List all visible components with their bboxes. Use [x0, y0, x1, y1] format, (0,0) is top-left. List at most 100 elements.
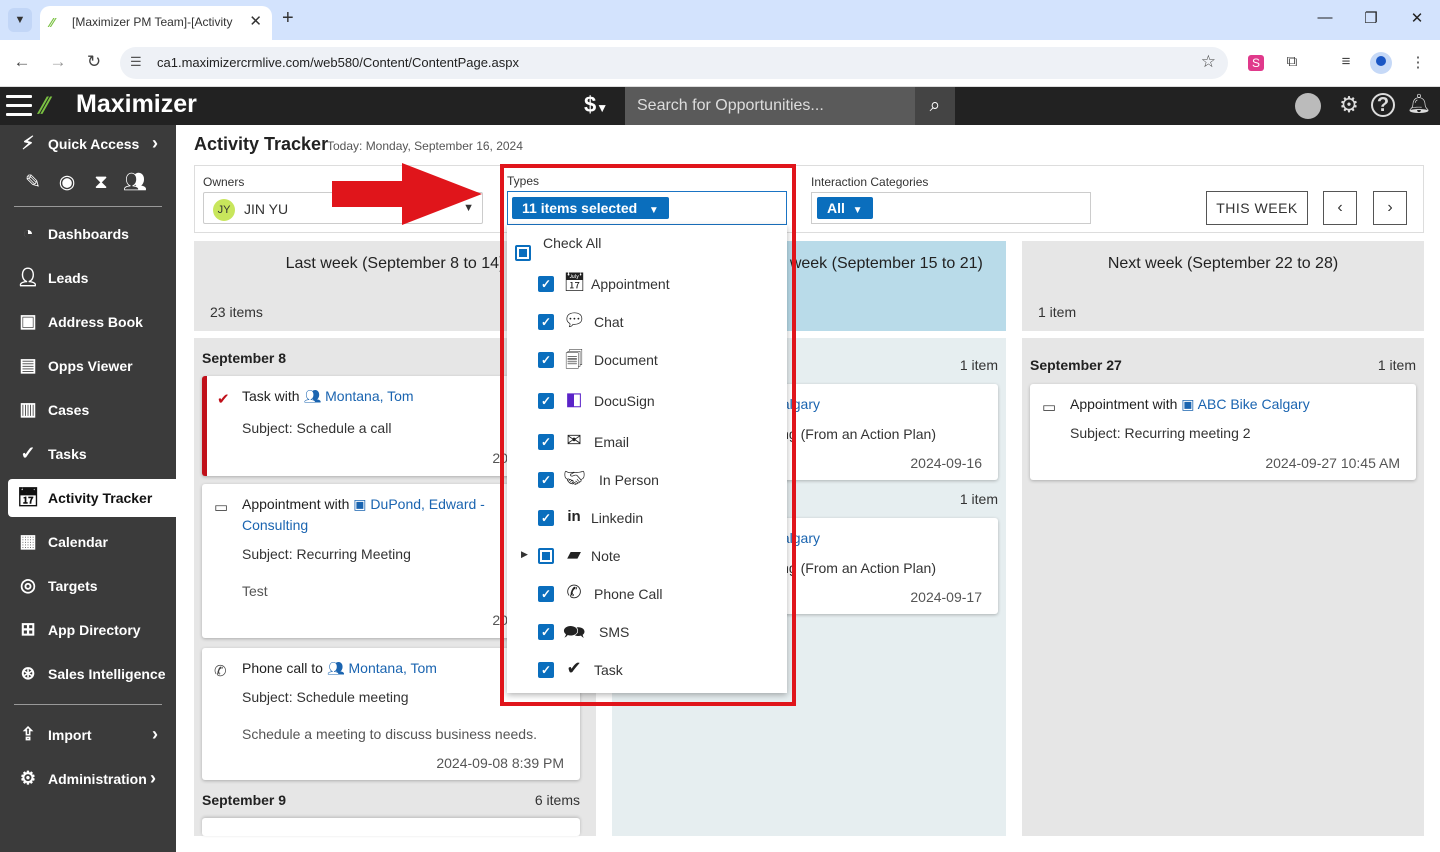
tasks-icon: ✓	[20, 443, 36, 463]
help-icon[interactable]: ?	[1371, 93, 1395, 117]
maximize-icon[interactable]: ❐	[1356, 9, 1386, 27]
contact-name: DuPond, Edward -	[370, 496, 485, 512]
card-subject: Subject: Recurring Meeting	[242, 546, 411, 562]
pencil-icon[interactable]: ✎	[16, 171, 50, 194]
contact-icon: 👥︎	[303, 388, 322, 404]
day-count: 1 item	[959, 357, 998, 373]
gear-icon: ⚙	[19, 768, 37, 788]
sidebar-item-address-book[interactable]: ▣ Address Book	[8, 303, 176, 341]
activity-card[interactable]: ▭ Appointment with ▣ ABC Bike Calgary Su…	[1030, 384, 1416, 480]
reload-icon[interactable]: ↻	[82, 52, 106, 72]
day-header: September 8	[202, 350, 287, 366]
card-subject: Subject: Recurring meeting 2	[1070, 425, 1251, 441]
card-title: Phone call to 👥︎ Montana, Tom	[242, 660, 437, 677]
global-search-input[interactable]: Search for Opportunities...	[625, 87, 915, 125]
maximizer-favicon-icon: ⁄⁄	[50, 15, 55, 30]
sidebar-item-dashboards[interactable]: ◔ Dashboards	[8, 215, 176, 253]
group-icon[interactable]: 👥︎	[118, 170, 152, 194]
search-icon[interactable]: ⌕	[915, 87, 955, 125]
sidebar-item-label: Targets	[48, 578, 98, 594]
owner-name: JIN YU	[244, 201, 289, 217]
previous-week-button[interactable]: ‹	[1323, 191, 1357, 225]
company-link[interactable]: Consulting	[242, 517, 308, 533]
company-link[interactable]: ▣ ABC Bike Calgary	[1181, 396, 1309, 412]
browser-profile-icon[interactable]	[1370, 52, 1392, 74]
next-week-button[interactable]: ›	[1373, 191, 1407, 225]
day-count: 6 items	[534, 792, 580, 808]
sidebar-item-sales-intelligence[interactable]: ⊛ Sales Intelligence	[8, 655, 176, 693]
search-placeholder: Search for Opportunities...	[637, 97, 824, 114]
browser-menu-icon[interactable]: ⋮	[1406, 53, 1430, 71]
contact-link[interactable]: ▣ DuPond, Edward -	[353, 496, 485, 512]
hamburger-menu-icon[interactable]	[6, 95, 32, 117]
address-bar: ← → ↻ ☰ ca1.maximizercrmlive.com/web580/…	[0, 40, 1440, 87]
card-note: Test	[242, 583, 268, 599]
sidebar-item-app-directory[interactable]: ⊞ App Directory	[8, 611, 176, 649]
forward-icon[interactable]: →	[46, 52, 70, 72]
site-info-icon[interactable]: ☰	[130, 54, 142, 70]
hourglass-icon[interactable]: ⧗	[84, 172, 118, 194]
sidebar-item-label: Sales Intelligence	[48, 666, 166, 682]
sidebar-item-import[interactable]: ⇪ Import ›	[8, 716, 176, 754]
sidebar-item-cases[interactable]: ▥ Cases	[8, 391, 176, 429]
sidebar-item-calendar[interactable]: ▦ Calendar	[8, 523, 176, 561]
contact-link[interactable]: 👥︎ Montana, Tom	[327, 660, 437, 676]
sidebar-divider	[14, 206, 162, 207]
card-title: Appointment with ▣ ABC Bike Calgary	[1070, 396, 1310, 413]
leads-icon: 👤︎	[16, 267, 40, 287]
day-count: 1 item	[959, 491, 998, 507]
extensions-puzzle-icon[interactable]: ⧉	[1280, 53, 1304, 70]
sidebar-item-label: Dashboards	[48, 226, 129, 242]
card-prefix: Task with	[242, 388, 300, 404]
tab-close-icon[interactable]: ✕	[249, 12, 262, 30]
interaction-categories-select[interactable]: All ▼	[811, 192, 1091, 224]
sidebar-item-quick-access[interactable]: ⚡︎ Quick Access ›	[8, 125, 176, 163]
sidebar-item-tasks[interactable]: ✓ Tasks	[8, 435, 176, 473]
url-field[interactable]: ☰ ca1.maximizercrmlive.com/web580/Conten…	[120, 47, 1228, 79]
browser-tab[interactable]: ⁄⁄ [Maximizer PM Team]-[Activity ✕	[40, 6, 272, 40]
user-avatar-icon[interactable]	[1295, 93, 1321, 119]
back-icon[interactable]: ←	[10, 52, 34, 72]
sidebar-item-administration[interactable]: ⚙ Administration ›	[8, 760, 176, 798]
new-tab-icon[interactable]: +	[282, 7, 294, 30]
cases-icon: ▥	[19, 399, 37, 419]
tab-title: [Maximizer PM Team]-[Activity	[72, 15, 233, 29]
sidebar-item-targets[interactable]: ◎ Targets	[8, 567, 176, 605]
chevron-down-icon: ▼	[852, 205, 863, 216]
next-week-body: September 27 1 item ▭ Appointment with ▣…	[1022, 338, 1424, 836]
address-book-icon: ▣	[353, 496, 367, 512]
activity-card[interactable]	[202, 818, 580, 836]
sidebar-item-label: Import	[48, 727, 92, 743]
interaction-categories-label: Interaction Categories	[811, 175, 929, 189]
owner-avatar: JY	[213, 199, 235, 221]
media-control-icon[interactable]: ≡	[1334, 53, 1358, 70]
sidebar-item-label: App Directory	[48, 622, 141, 638]
interaction-categories-chip[interactable]: All ▼	[817, 197, 873, 219]
browser-tab-bar: ▼ ⁄⁄ [Maximizer PM Team]-[Activity ✕ + —…	[0, 0, 1440, 40]
window-close-icon[interactable]: ✕	[1402, 9, 1432, 27]
upload-icon: ⇪	[20, 724, 36, 744]
card-date: 2024-09-17	[910, 589, 982, 605]
appointment-icon: ▭	[1042, 399, 1057, 416]
currency-switcher[interactable]: $▼	[584, 92, 608, 118]
sidebar-item-label: Cases	[48, 402, 90, 418]
sidebar-item-label: Tasks	[48, 446, 87, 462]
tab-search-chevron-icon[interactable]: ▼	[8, 8, 32, 32]
dashboard-icon: ◔	[22, 223, 34, 243]
contact-name: Montana, Tom	[325, 388, 414, 404]
bookmark-star-icon[interactable]: ☆	[1201, 52, 1216, 72]
contact-link[interactable]: 👥︎ Montana, Tom	[303, 388, 413, 404]
card-title: Task with 👥︎ Montana, Tom	[242, 388, 414, 405]
play-circle-icon[interactable]: ◉	[50, 171, 84, 194]
gear-icon[interactable]: ⚙	[1335, 92, 1363, 118]
bell-icon[interactable]: 🔔︎	[1405, 92, 1433, 116]
card-date: 2024-09-27 10:45 AM	[1265, 455, 1400, 471]
sidebar-item-leads[interactable]: 👤︎ Leads	[8, 259, 176, 297]
sidebar-item-opps-viewer[interactable]: ▤ Opps Viewer	[8, 347, 176, 385]
sidebar-item-activity-tracker[interactable]: 📅︎ Activity Tracker	[8, 479, 176, 517]
minimize-icon[interactable]: —	[1310, 9, 1340, 26]
this-week-button[interactable]: THIS WEEK	[1206, 191, 1308, 225]
contact-name: Montana, Tom	[348, 660, 437, 676]
extension-s-icon[interactable]: S	[1248, 55, 1264, 71]
card-subject: Subject: Schedule meeting	[242, 689, 409, 705]
